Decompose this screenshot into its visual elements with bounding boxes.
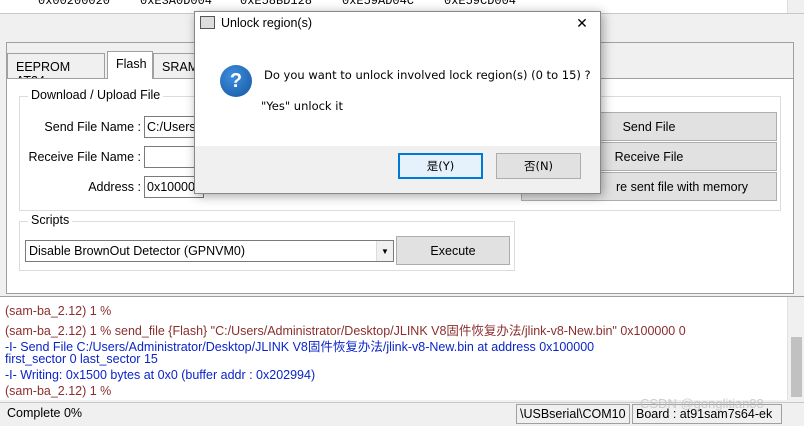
dialog-titlebar[interactable]: Unlock region(s) ✕ <box>195 12 600 34</box>
yes-button[interactable]: 是(Y) <box>398 153 483 179</box>
group-label: Download / Upload File <box>28 88 164 102</box>
console-line: first_sector 0 last_sector 15 <box>5 352 158 366</box>
chevron-down-icon[interactable]: ▼ <box>376 241 393 261</box>
tab-eeprom[interactable]: EEPROM AT24 <box>7 53 105 88</box>
unlock-dialog: Unlock region(s) ✕ ? Do you want to unlo… <box>194 11 601 194</box>
memory-word: 0xE58BD128 <box>240 0 313 8</box>
receive-file-label: Receive File Name : <box>28 150 141 164</box>
dialog-title: Unlock region(s) <box>221 16 313 30</box>
execute-button[interactable]: Execute <box>396 236 510 265</box>
close-icon: ✕ <box>576 14 588 31</box>
connection-status: \USBserial\COM10 <box>516 404 630 424</box>
dialog-body: ? Do you want to unlock involved lock re… <box>195 34 600 146</box>
script-select[interactable]: Disable BrownOut Detector (GPNVM0) ▼ <box>25 240 394 262</box>
watermark: CSDN @gonglitian88 <box>640 396 764 411</box>
console-scroll-thumb[interactable] <box>791 337 802 397</box>
tab-sram[interactable]: SRAM <box>153 53 199 78</box>
memory-word: 0xE59AD04C <box>342 0 415 8</box>
console-line: (sam-ba_2.12) 1 % <box>5 304 112 318</box>
console-scrollbar[interactable] <box>787 297 804 400</box>
script-select-value: Disable BrownOut Detector (GPNVM0) <box>29 244 246 258</box>
group-label: Scripts <box>28 213 73 227</box>
memory-word: 0xE59CD004 <box>444 0 517 8</box>
console-line: (sam-ba_2.12) 1 % <box>5 384 112 398</box>
console-output[interactable]: (sam-ba_2.12) 1 % (sam-ba_2.12) 1 % send… <box>0 296 804 400</box>
console-line: -I- Writing: 0x1500 bytes at 0x0 (buffer… <box>5 368 316 382</box>
progress-status: Complete 0% <box>7 406 83 420</box>
send-file-label: Send File Name : <box>44 120 141 134</box>
question-icon: ? <box>220 65 252 97</box>
address-label: Address : <box>88 180 141 194</box>
memory-address: 0x00200020 <box>38 0 111 8</box>
tab-flash[interactable]: Flash <box>107 51 153 79</box>
close-button[interactable]: ✕ <box>564 12 600 34</box>
memory-scrollbar[interactable] <box>787 0 804 13</box>
dialog-hint: "Yes" unlock it <box>261 99 343 113</box>
memory-word: 0xE3A0D004 <box>140 0 213 8</box>
no-button[interactable]: 否(N) <box>496 153 581 179</box>
dialog-question: Do you want to unlock involved lock regi… <box>264 68 591 82</box>
app-icon <box>200 16 215 29</box>
